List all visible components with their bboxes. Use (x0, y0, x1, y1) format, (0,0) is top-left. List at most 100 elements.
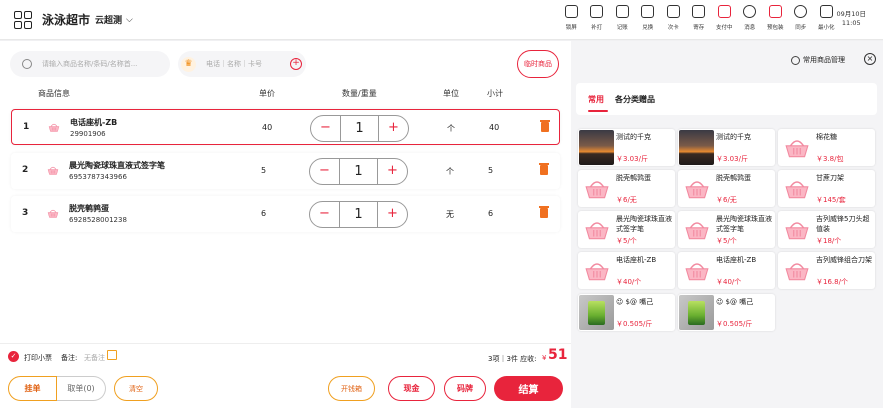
quick-products-panel: 常用商品管理 × 常用 各分类赠品 测试的千克 ￥3.03/斤 测试的千克 ￥3.03… (571, 41, 883, 408)
temp-product-button[interactable]: 临时商品 (517, 50, 559, 78)
top-header: 泳泳超市 云超测 ⌵ 锁屏 补打 记账 兑换 次卡 寄存 支付中 消息 预包装 同步 最小化 09月… (0, 0, 883, 40)
tool-label: 最小化 (817, 25, 835, 31)
checkout-bar: ✓ 打印小票 备注: 无备注 3项｜3件 应收: ¥ 51 挂单 取单(0) 清… (0, 343, 571, 408)
edit-icon[interactable] (107, 350, 117, 360)
open-drawer-button[interactable]: 开钱箱 (328, 376, 375, 401)
product-thumbnail (579, 130, 614, 165)
tab-gifts[interactable]: 各分类赠品 (615, 94, 655, 105)
product-card[interactable]: 脱壳鹌鹑蛋 ￥6/无 (578, 170, 675, 207)
increase-button[interactable]: + (377, 159, 407, 184)
hang-order-button[interactable]: 挂单 (8, 376, 57, 401)
product-card[interactable]: 😉 $@ 嘴己 ￥0.505/斤 (678, 294, 775, 331)
checkout-button[interactable]: 结算 (494, 376, 563, 401)
increase-button[interactable]: + (378, 116, 408, 141)
quantity-value[interactable]: 1 (341, 116, 378, 141)
package-icon (768, 5, 782, 18)
tool-message[interactable]: 消息 (737, 5, 763, 31)
card-product-name: 测试的千克 (616, 133, 651, 141)
increase-button[interactable]: + (377, 202, 407, 227)
trash-icon[interactable] (540, 120, 550, 132)
lock-icon (564, 5, 578, 18)
product-card[interactable]: 棉花糖 ￥3.8/包 (778, 129, 875, 166)
remark-value: 无备注 (84, 354, 105, 362)
tool-printer[interactable]: 补打 (584, 5, 610, 31)
product-thumbnail (579, 212, 614, 247)
tool-label: 寄存 (693, 25, 705, 31)
clear-button[interactable]: 清空 (114, 376, 158, 401)
card-product-name: 😉 $@ 嘴己 (716, 298, 754, 306)
product-card[interactable]: 吉列威锋组合刀架 ￥16.8/个 (778, 252, 875, 289)
card-product-name: 晨光陶瓷球珠直液式签字笔 (616, 215, 672, 233)
search-placeholder[interactable]: 请输入商品名称/条码/名称首... (42, 59, 137, 69)
app-grid-icon[interactable] (14, 10, 32, 29)
sync-icon (794, 5, 808, 18)
manage-products-link[interactable]: 常用商品管理 (791, 55, 845, 65)
product-card[interactable]: 电话座机-ZB ￥40/个 (678, 252, 775, 289)
qr-code-button[interactable]: 码牌 (444, 376, 486, 401)
manage-label: 常用商品管理 (803, 56, 845, 64)
tool-card[interactable]: 次卡 (661, 5, 687, 31)
tool-exchange[interactable]: 兑换 (635, 5, 661, 31)
card-product-price: ￥6/无 (716, 196, 737, 204)
product-card[interactable]: 甘蔗刀架 ￥145/套 (778, 170, 875, 207)
message-icon (743, 5, 757, 18)
store-name[interactable]: 泳泳超市 (42, 11, 90, 28)
print-checkbox[interactable]: ✓ (8, 351, 19, 362)
tab-indicator (588, 110, 608, 112)
tool-minimize[interactable]: 最小化 (814, 5, 840, 31)
product-card[interactable]: 电话座机-ZB ￥40/个 (578, 252, 675, 289)
decrease-button[interactable]: − (310, 202, 340, 227)
quantity-value[interactable]: 1 (340, 159, 377, 184)
member-placeholder[interactable]: 电话｜名称｜卡号 (206, 59, 262, 69)
print-label: 打印小票 (24, 354, 52, 362)
remark-label: 备注: (61, 354, 78, 362)
cash-button[interactable]: 现金 (388, 376, 435, 401)
tool-sync[interactable]: 同步 (788, 5, 814, 31)
card-product-name: 吉列威锋组合刀架 (816, 256, 872, 264)
trash-icon[interactable] (539, 206, 549, 218)
tab-common[interactable]: 常用 (588, 94, 604, 105)
product-code: 29901906 (70, 130, 106, 138)
cart-row[interactable]: 2 晨光陶瓷球珠直液式签字笔 6953787343966 5 −1 + 个 5 (11, 153, 560, 189)
tool-label: 记账 (616, 25, 628, 31)
search-icon (22, 59, 32, 69)
ledger-icon (615, 5, 629, 18)
take-order-button[interactable]: 取单(0) (57, 376, 106, 401)
tool-label: 次卡 (667, 25, 679, 31)
tool-lock[interactable]: 锁屏 (559, 5, 585, 31)
decrease-button[interactable]: − (311, 116, 341, 141)
basket-icon (784, 138, 810, 158)
basket-icon (784, 179, 810, 199)
product-card[interactable]: 😉 $@ 嘴己 ￥0.505/斤 (578, 294, 675, 331)
exchange-icon (641, 5, 655, 18)
product-card[interactable]: 晨光陶瓷球珠直液式签字笔 ￥5/个 (578, 211, 675, 248)
chevron-down-icon[interactable]: ⌵ (126, 15, 133, 25)
card-product-name: 棉花糖 (816, 133, 837, 141)
product-search[interactable]: 请输入商品名称/条码/名称首... (10, 51, 170, 77)
unit: 无 (446, 210, 454, 219)
product-thumbnail (679, 212, 714, 247)
quantity-value[interactable]: 1 (340, 202, 377, 227)
product-card[interactable]: 晨光陶瓷球珠直液式签字笔 ￥5/个 (678, 211, 775, 248)
product-card[interactable]: 脱壳鹌鹑蛋 ￥6/无 (678, 170, 775, 207)
card-product-price: ￥3.03/斤 (716, 155, 748, 163)
trash-icon[interactable] (539, 163, 549, 175)
tool-package[interactable]: 预包装 (763, 5, 789, 31)
tool-paying[interactable]: 支付中 (712, 5, 738, 31)
cart-row[interactable]: 3 脱壳鹌鹑蛋 6928528001238 6 −1 + 无 6 (11, 196, 560, 232)
card-product-name: 吉列威锋5刀头超值装 (816, 215, 870, 233)
product-name: 晨光陶瓷球珠直液式签字笔 (69, 161, 165, 170)
decrease-button[interactable]: − (310, 159, 340, 184)
close-icon[interactable]: × (864, 53, 876, 65)
product-card[interactable]: 测试的千克 ￥3.03/斤 (578, 129, 675, 166)
member-search[interactable]: ♛ 电话｜名称｜卡号 + (178, 51, 306, 77)
col-qty: 数量/重量 (342, 89, 377, 98)
store-subname[interactable]: 云超测 (95, 13, 122, 26)
product-card[interactable]: 测试的千克 ￥3.03/斤 (678, 129, 775, 166)
toolbar: 锁屏 补打 记账 兑换 次卡 寄存 支付中 消息 预包装 同步 最小化 (559, 5, 840, 31)
tool-ledger[interactable]: 记账 (610, 5, 636, 31)
cart-row[interactable]: 1 电话座机-ZB 29901906 40−1 + 个 40 (11, 109, 560, 145)
tool-storage[interactable]: 寄存 (686, 5, 712, 31)
add-member-icon[interactable]: + (290, 58, 302, 70)
product-card[interactable]: 吉列威锋5刀头超值装 ￥18/个 (778, 211, 875, 248)
